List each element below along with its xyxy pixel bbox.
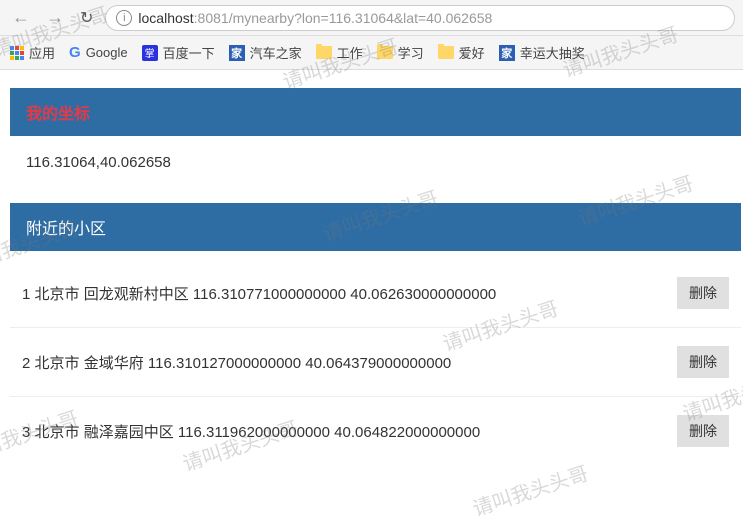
folder-icon — [377, 46, 393, 59]
bookmark-work[interactable]: 工作 — [316, 43, 363, 62]
coord-value: 116.31064,40.062658 — [10, 136, 741, 189]
autohome-icon: 家 — [229, 45, 245, 61]
list-item: 1 北京市 回龙观新村中区 116.310771000000000 40.062… — [10, 259, 741, 327]
panel-header-nearby: 附近的小区 — [10, 203, 741, 251]
folder-icon — [438, 46, 454, 59]
bookmark-label: 幸运大抽奖 — [520, 43, 585, 62]
forward-icon[interactable]: → — [42, 7, 68, 28]
lottery-icon: 家 — [499, 45, 515, 61]
list-item: 2 北京市 金域华府 116.310127000000000 40.064379… — [10, 327, 741, 396]
list-item: 3 北京市 融泽嘉园中区 116.311962000000000 40.0648… — [10, 396, 741, 465]
coord-title: 我的坐标 — [26, 106, 90, 123]
bookmark-hobby[interactable]: 爱好 — [438, 43, 485, 62]
back-icon[interactable]: ← — [8, 7, 34, 28]
url-host: localhost — [138, 10, 193, 26]
delete-button[interactable]: 删除 — [677, 346, 729, 378]
list-item-text: 3 北京市 融泽嘉园中区 116.311962000000000 40.0648… — [22, 421, 677, 442]
bookmark-study[interactable]: 学习 — [377, 43, 424, 62]
baidu-icon: 掌 — [142, 45, 158, 61]
list-item-text: 2 北京市 金域华府 116.310127000000000 40.064379… — [22, 352, 677, 373]
list-item-text: 1 北京市 回龙观新村中区 116.310771000000000 40.062… — [22, 283, 677, 304]
nearby-list: 1 北京市 回龙观新村中区 116.310771000000000 40.062… — [10, 251, 741, 473]
address-bar[interactable]: i localhost:8081/mynearby?lon=116.31064&… — [105, 5, 735, 31]
bookmark-label: 百度一下 — [163, 43, 215, 62]
bookmark-google[interactable]: G Google — [69, 44, 128, 61]
google-icon: G — [69, 44, 81, 61]
panel-header-coord: 我的坐标 — [10, 88, 741, 136]
bookmarks-bar: 应用 G Google 掌 百度一下 家 汽车之家 工作 学习 爱好 家 幸运大… — [0, 36, 743, 70]
bookmark-autohome[interactable]: 家 汽车之家 — [229, 43, 302, 62]
apps-icon — [10, 46, 24, 60]
bookmark-label: 应用 — [29, 43, 55, 62]
delete-button[interactable]: 删除 — [677, 415, 729, 447]
nearby-title: 附近的小区 — [26, 221, 106, 238]
delete-button[interactable]: 删除 — [677, 277, 729, 309]
bookmark-apps[interactable]: 应用 — [10, 43, 55, 62]
bookmark-lottery[interactable]: 家 幸运大抽奖 — [499, 43, 585, 62]
site-info-icon[interactable]: i — [116, 10, 132, 26]
browser-toolbar: ← → ↻ i localhost:8081/mynearby?lon=116.… — [0, 0, 743, 36]
page-content: 我的坐标 116.31064,40.062658 附近的小区 1 北京市 回龙观… — [0, 88, 743, 473]
reload-icon[interactable]: ↻ — [76, 8, 97, 28]
bookmark-label: 爱好 — [459, 43, 485, 62]
bookmark-label: Google — [86, 45, 128, 60]
bookmark-baidu[interactable]: 掌 百度一下 — [142, 43, 215, 62]
bookmark-label: 学习 — [398, 43, 424, 62]
folder-icon — [316, 46, 332, 59]
bookmark-label: 工作 — [337, 43, 363, 62]
url-path: :8081/mynearby?lon=116.31064&lat=40.0626… — [194, 10, 493, 26]
bookmark-label: 汽车之家 — [250, 43, 302, 62]
